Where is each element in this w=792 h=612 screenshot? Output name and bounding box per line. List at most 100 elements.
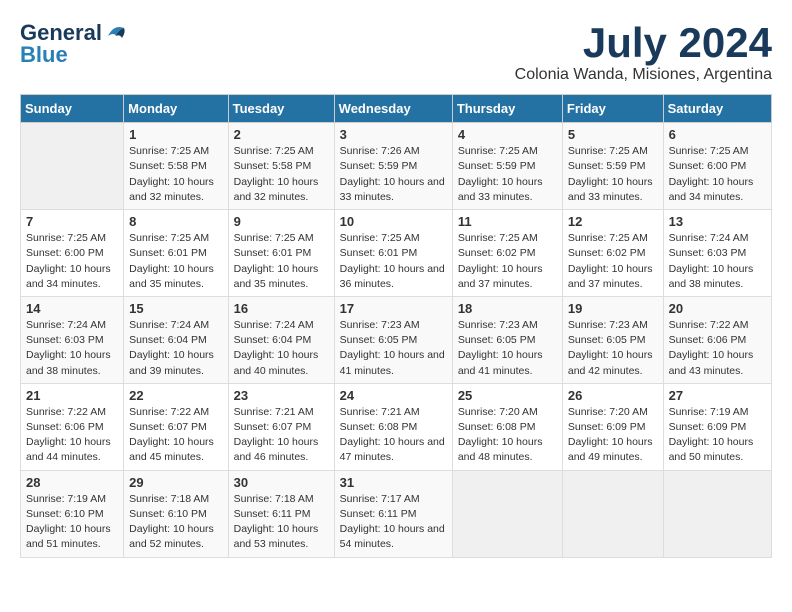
calendar-cell: 21 Sunrise: 7:22 AMSunset: 6:06 PMDaylig… [21, 383, 124, 470]
weekday-header-cell: Monday [124, 95, 228, 123]
day-info: Sunrise: 7:24 AMSunset: 6:03 PMDaylight:… [669, 232, 754, 290]
calendar-cell: 26 Sunrise: 7:20 AMSunset: 6:09 PMDaylig… [562, 383, 663, 470]
day-number: 15 [129, 301, 222, 316]
day-number: 3 [340, 127, 447, 142]
day-info: Sunrise: 7:25 AMSunset: 6:01 PMDaylight:… [129, 232, 214, 290]
page-header: General Blue July 2024 Colonia Wanda, Mi… [20, 20, 772, 84]
day-info: Sunrise: 7:24 AMSunset: 6:04 PMDaylight:… [234, 319, 319, 377]
calendar-cell [21, 123, 124, 210]
day-number: 7 [26, 214, 118, 229]
day-number: 25 [458, 388, 557, 403]
day-number: 1 [129, 127, 222, 142]
day-number: 21 [26, 388, 118, 403]
weekday-header-cell: Wednesday [334, 95, 452, 123]
day-number: 23 [234, 388, 329, 403]
calendar-cell: 25 Sunrise: 7:20 AMSunset: 6:08 PMDaylig… [452, 383, 562, 470]
calendar-cell: 6 Sunrise: 7:25 AMSunset: 6:00 PMDayligh… [663, 123, 771, 210]
day-number: 17 [340, 301, 447, 316]
day-number: 20 [669, 301, 766, 316]
day-number: 30 [234, 475, 329, 490]
day-number: 29 [129, 475, 222, 490]
day-info: Sunrise: 7:25 AMSunset: 6:01 PMDaylight:… [234, 232, 319, 290]
day-number: 14 [26, 301, 118, 316]
calendar-week-row: 14 Sunrise: 7:24 AMSunset: 6:03 PMDaylig… [21, 296, 772, 383]
calendar-cell: 7 Sunrise: 7:25 AMSunset: 6:00 PMDayligh… [21, 210, 124, 297]
day-number: 26 [568, 388, 658, 403]
calendar-cell: 23 Sunrise: 7:21 AMSunset: 6:07 PMDaylig… [228, 383, 334, 470]
weekday-header-cell: Sunday [21, 95, 124, 123]
calendar-cell: 5 Sunrise: 7:25 AMSunset: 5:59 PMDayligh… [562, 123, 663, 210]
calendar-cell: 20 Sunrise: 7:22 AMSunset: 6:06 PMDaylig… [663, 296, 771, 383]
weekday-header-cell: Friday [562, 95, 663, 123]
day-info: Sunrise: 7:23 AMSunset: 6:05 PMDaylight:… [340, 319, 445, 377]
calendar-cell [663, 470, 771, 557]
day-number: 4 [458, 127, 557, 142]
day-number: 13 [669, 214, 766, 229]
day-info: Sunrise: 7:25 AMSunset: 6:00 PMDaylight:… [669, 145, 754, 203]
day-number: 27 [669, 388, 766, 403]
calendar-week-row: 1 Sunrise: 7:25 AMSunset: 5:58 PMDayligh… [21, 123, 772, 210]
weekday-header-cell: Tuesday [228, 95, 334, 123]
day-number: 5 [568, 127, 658, 142]
day-info: Sunrise: 7:24 AMSunset: 6:04 PMDaylight:… [129, 319, 214, 377]
day-info: Sunrise: 7:18 AMSunset: 6:11 PMDaylight:… [234, 493, 319, 551]
calendar-cell: 30 Sunrise: 7:18 AMSunset: 6:11 PMDaylig… [228, 470, 334, 557]
day-info: Sunrise: 7:25 AMSunset: 6:00 PMDaylight:… [26, 232, 111, 290]
calendar-cell: 8 Sunrise: 7:25 AMSunset: 6:01 PMDayligh… [124, 210, 228, 297]
calendar-week-row: 21 Sunrise: 7:22 AMSunset: 6:06 PMDaylig… [21, 383, 772, 470]
day-info: Sunrise: 7:18 AMSunset: 6:10 PMDaylight:… [129, 493, 214, 551]
calendar-cell [452, 470, 562, 557]
calendar-cell: 22 Sunrise: 7:22 AMSunset: 6:07 PMDaylig… [124, 383, 228, 470]
calendar-cell: 9 Sunrise: 7:25 AMSunset: 6:01 PMDayligh… [228, 210, 334, 297]
logo: General Blue [20, 20, 132, 68]
day-number: 18 [458, 301, 557, 316]
day-info: Sunrise: 7:19 AMSunset: 6:09 PMDaylight:… [669, 406, 754, 464]
day-info: Sunrise: 7:25 AMSunset: 5:58 PMDaylight:… [129, 145, 214, 203]
day-info: Sunrise: 7:25 AMSunset: 6:01 PMDaylight:… [340, 232, 445, 290]
calendar-week-row: 7 Sunrise: 7:25 AMSunset: 6:00 PMDayligh… [21, 210, 772, 297]
day-info: Sunrise: 7:25 AMSunset: 6:02 PMDaylight:… [458, 232, 543, 290]
month-year: July 2024 [515, 20, 772, 66]
day-info: Sunrise: 7:19 AMSunset: 6:10 PMDaylight:… [26, 493, 111, 551]
calendar-cell: 24 Sunrise: 7:21 AMSunset: 6:08 PMDaylig… [334, 383, 452, 470]
day-info: Sunrise: 7:22 AMSunset: 6:07 PMDaylight:… [129, 406, 214, 464]
day-number: 6 [669, 127, 766, 142]
calendar-cell: 4 Sunrise: 7:25 AMSunset: 5:59 PMDayligh… [452, 123, 562, 210]
day-info: Sunrise: 7:17 AMSunset: 6:11 PMDaylight:… [340, 493, 445, 551]
calendar-cell: 19 Sunrise: 7:23 AMSunset: 6:05 PMDaylig… [562, 296, 663, 383]
day-number: 2 [234, 127, 329, 142]
logo-blue: Blue [20, 42, 68, 68]
title-block: July 2024 Colonia Wanda, Misiones, Argen… [515, 20, 772, 84]
calendar-cell: 27 Sunrise: 7:19 AMSunset: 6:09 PMDaylig… [663, 383, 771, 470]
day-info: Sunrise: 7:25 AMSunset: 5:59 PMDaylight:… [458, 145, 543, 203]
weekday-header-cell: Saturday [663, 95, 771, 123]
day-number: 22 [129, 388, 222, 403]
day-number: 9 [234, 214, 329, 229]
calendar-body: 1 Sunrise: 7:25 AMSunset: 5:58 PMDayligh… [21, 123, 772, 557]
day-info: Sunrise: 7:22 AMSunset: 6:06 PMDaylight:… [26, 406, 111, 464]
day-info: Sunrise: 7:23 AMSunset: 6:05 PMDaylight:… [458, 319, 543, 377]
day-number: 11 [458, 214, 557, 229]
calendar-cell: 16 Sunrise: 7:24 AMSunset: 6:04 PMDaylig… [228, 296, 334, 383]
day-info: Sunrise: 7:22 AMSunset: 6:06 PMDaylight:… [669, 319, 754, 377]
calendar-cell: 15 Sunrise: 7:24 AMSunset: 6:04 PMDaylig… [124, 296, 228, 383]
calendar-cell [562, 470, 663, 557]
day-info: Sunrise: 7:23 AMSunset: 6:05 PMDaylight:… [568, 319, 653, 377]
day-info: Sunrise: 7:26 AMSunset: 5:59 PMDaylight:… [340, 145, 445, 203]
day-info: Sunrise: 7:24 AMSunset: 6:03 PMDaylight:… [26, 319, 111, 377]
day-number: 28 [26, 475, 118, 490]
weekday-header-cell: Thursday [452, 95, 562, 123]
calendar-cell: 11 Sunrise: 7:25 AMSunset: 6:02 PMDaylig… [452, 210, 562, 297]
calendar-cell: 1 Sunrise: 7:25 AMSunset: 5:58 PMDayligh… [124, 123, 228, 210]
calendar-table: SundayMondayTuesdayWednesdayThursdayFrid… [20, 94, 772, 557]
day-info: Sunrise: 7:20 AMSunset: 6:08 PMDaylight:… [458, 406, 543, 464]
day-info: Sunrise: 7:25 AMSunset: 5:58 PMDaylight:… [234, 145, 319, 203]
day-number: 31 [340, 475, 447, 490]
calendar-cell: 31 Sunrise: 7:17 AMSunset: 6:11 PMDaylig… [334, 470, 452, 557]
day-number: 8 [129, 214, 222, 229]
calendar-cell: 28 Sunrise: 7:19 AMSunset: 6:10 PMDaylig… [21, 470, 124, 557]
calendar-cell: 12 Sunrise: 7:25 AMSunset: 6:02 PMDaylig… [562, 210, 663, 297]
calendar-cell: 2 Sunrise: 7:25 AMSunset: 5:58 PMDayligh… [228, 123, 334, 210]
calendar-cell: 13 Sunrise: 7:24 AMSunset: 6:03 PMDaylig… [663, 210, 771, 297]
calendar-cell: 18 Sunrise: 7:23 AMSunset: 6:05 PMDaylig… [452, 296, 562, 383]
